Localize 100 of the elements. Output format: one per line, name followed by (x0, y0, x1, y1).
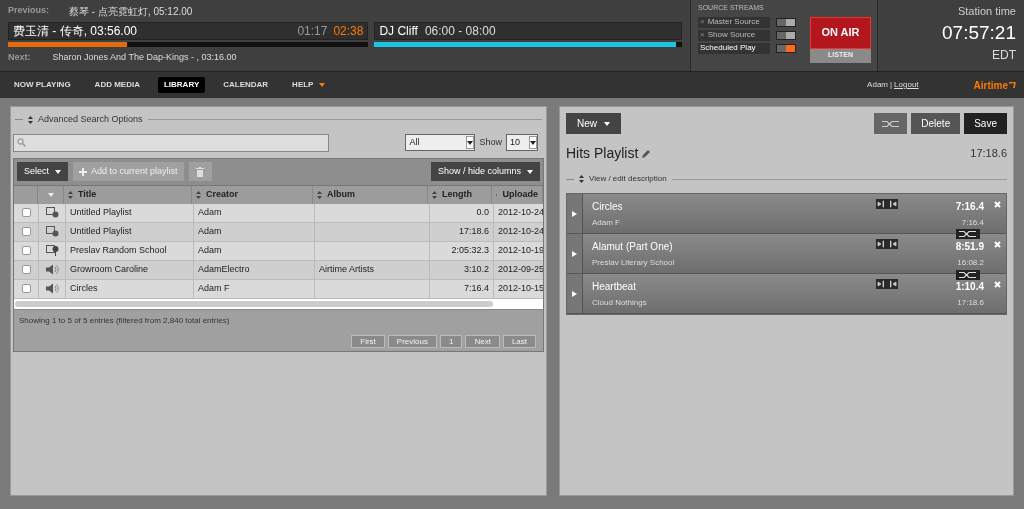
column-header[interactable]: Creator (192, 185, 313, 204)
previous-label: Previous: (8, 4, 49, 18)
user-name: Adam (867, 79, 888, 91)
row-checkbox[interactable] (21, 227, 31, 236)
station-time-label: Station time (957, 4, 1016, 19)
pager-button[interactable]: 1 (439, 334, 463, 348)
pager-button[interactable]: First (351, 334, 385, 348)
item-title: Circles (592, 200, 624, 214)
nav-tab[interactable]: HELP (286, 77, 332, 93)
type-filter-select[interactable]: All (405, 134, 476, 151)
item-length: 1:10.4 (955, 280, 984, 294)
source-label: Show Source (707, 29, 756, 41)
table-cell-text: 2012-10-24 (498, 224, 543, 238)
row-checkbox[interactable] (21, 265, 31, 274)
caret-icon (604, 121, 610, 126)
item-title: Alamut (Part One) (592, 240, 674, 254)
scrollbar-thumb[interactable] (15, 300, 493, 307)
description-toggle[interactable]: View / edit description (589, 173, 667, 185)
source-switch[interactable] (776, 17, 796, 27)
caret-icon (467, 140, 474, 145)
table-cell-text: 2012-10-19 (498, 243, 543, 257)
play-button[interactable] (567, 274, 583, 313)
table-cell-text: 2012-09-25 (498, 262, 543, 276)
source-disconnect-button[interactable]: × (700, 31, 705, 39)
table-cell-text: AdamElectro (198, 262, 250, 276)
table-cell-text: 7:16.4 (463, 281, 489, 295)
speaker-icon (45, 283, 59, 294)
pencil-icon[interactable] (642, 149, 652, 158)
table-cell-text: Preslav Random School (70, 243, 167, 257)
nav-tab[interactable]: ADD MEDIA (88, 77, 146, 93)
table-cell-text: 2012-10-15 (498, 281, 543, 295)
search-field[interactable] (13, 133, 329, 152)
table-cell-text: 17:18.6 (458, 224, 489, 238)
table-cell-text: 0.0 (476, 205, 489, 219)
advanced-search-toggle[interactable]: Advanced Search Options (38, 113, 143, 127)
play-button[interactable] (567, 234, 583, 273)
show-hide-columns-button[interactable]: Show / hide columns (430, 162, 540, 181)
table-cell-text: Adam (198, 205, 222, 219)
fade-icon[interactable] (876, 239, 898, 249)
new-button[interactable]: New (566, 113, 621, 134)
close-icon (993, 281, 1001, 288)
source-disconnect-button[interactable]: × (700, 18, 705, 26)
elapsed-time: 01:17 (297, 23, 328, 40)
caret-icon (530, 140, 536, 145)
speaker-icon (45, 264, 59, 275)
separator: | (890, 79, 893, 91)
plus-icon (79, 167, 87, 176)
pager-button[interactable]: Previous (387, 334, 437, 348)
playlist-icon (45, 226, 59, 237)
fade-icon[interactable] (876, 199, 898, 209)
trash-icon (196, 166, 205, 177)
item-title: Heartbeat (592, 280, 637, 294)
source-switch[interactable] (776, 30, 796, 40)
caret-icon (527, 169, 533, 174)
save-button[interactable]: Save (964, 113, 1007, 134)
logout-link[interactable]: Logout (894, 79, 919, 91)
item-artist: Adam F (592, 217, 621, 229)
play-button[interactable] (567, 194, 583, 233)
row-checkbox[interactable] (21, 284, 31, 293)
show-time: 06:00 - 08:00 (424, 23, 496, 40)
expand-icon[interactable] (28, 115, 33, 124)
table-cell-text: Growroom Caroline (70, 262, 149, 276)
pager-button[interactable]: Next (465, 334, 500, 348)
fade-icon[interactable] (876, 279, 898, 289)
column-header[interactable]: Length (428, 185, 492, 204)
brand-logo: Airtime (973, 77, 1016, 93)
column-header[interactable]: Uploade (492, 185, 543, 204)
table-cell-text: Adam F (198, 281, 230, 295)
crossfade-button[interactable] (956, 229, 980, 239)
delete-playlist-button[interactable]: Delete (911, 113, 961, 134)
on-air-indicator: ON AIR (810, 16, 871, 49)
nav-tab[interactable]: LIBRARY (157, 77, 206, 93)
playlist-item[interactable]: Alamut (Part One) Preslav Literary School 8:51.9 16:08.2 (567, 234, 1006, 274)
shuffle-button[interactable] (874, 113, 908, 134)
table-cell-text: Adam (198, 243, 222, 257)
crossfade-button[interactable] (956, 270, 980, 280)
nav-tab[interactable]: NOW PLAYING (8, 77, 77, 93)
playlist-item[interactable]: Circles Adam F 7:16.4 7:16.4 (567, 194, 1006, 234)
source-label: Scheduled Play (700, 42, 756, 54)
next-track: Sharon Jones And The Dap-Kings - , 03:16.00 (52, 51, 237, 64)
row-checkbox[interactable] (21, 208, 31, 217)
select-button[interactable]: Select (17, 162, 68, 181)
page-size-select[interactable]: 10 (506, 134, 538, 151)
nav-tab[interactable]: CALENDAR (217, 77, 275, 93)
caret-icon (47, 192, 54, 197)
play-icon (572, 290, 577, 297)
item-artist: Cloud Nothings (592, 297, 648, 309)
playlist-title[interactable]: Hits Playlist (566, 143, 639, 164)
source-switch[interactable] (776, 43, 796, 53)
previous-track: 蔡琴 - 点亮霓虹灯, 05:12.00 (69, 4, 193, 19)
smart-block-icon (45, 244, 59, 257)
show-label: Show (479, 135, 502, 149)
row-checkbox[interactable] (21, 246, 31, 255)
column-header[interactable]: Album (313, 185, 428, 204)
column-header[interactable]: Title (64, 185, 192, 204)
cumulative-time: 16:08.2 (957, 257, 984, 269)
pager-button[interactable]: Last (502, 334, 536, 348)
remaining-time: 02:38 (333, 23, 364, 40)
expand-icon[interactable] (579, 175, 584, 183)
playlist-item[interactable]: Heartbeat Cloud Nothings 1:10.4 17:18.6 (567, 274, 1006, 314)
